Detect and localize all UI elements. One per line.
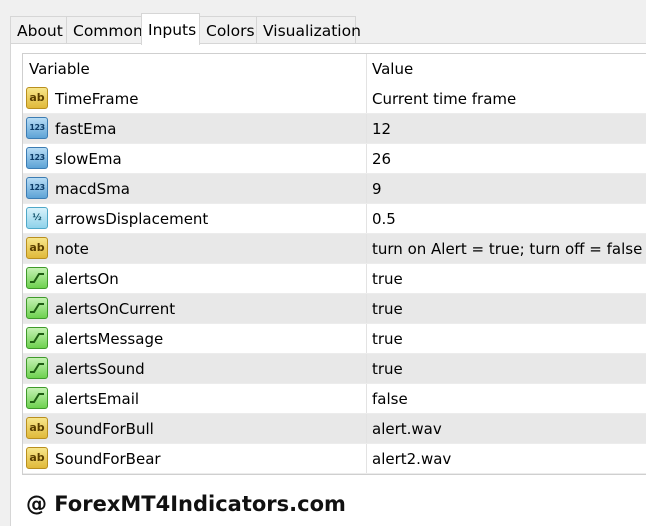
column-header-value[interactable]: Value bbox=[367, 54, 646, 84]
value-cell[interactable]: true bbox=[367, 354, 646, 384]
table-header: Variable Value bbox=[23, 54, 646, 84]
value-cell[interactable]: true bbox=[367, 324, 646, 354]
variable-name: alertsSound bbox=[55, 360, 145, 378]
row-divider bbox=[23, 473, 646, 474]
table-row[interactable]: 123 fastEma 12 bbox=[23, 114, 646, 144]
variable-cell: 123 fastEma bbox=[23, 114, 367, 144]
value-cell[interactable]: true bbox=[367, 264, 646, 294]
table-row[interactable]: 123 macdSma 9 bbox=[23, 174, 646, 204]
value-cell[interactable]: true bbox=[367, 294, 646, 324]
value-cell[interactable]: alert.wav bbox=[367, 414, 646, 444]
123-integer-icon: 123 bbox=[26, 147, 48, 169]
ab-string-icon: ab bbox=[26, 447, 48, 469]
variable-name: arrowsDisplacement bbox=[55, 210, 209, 228]
variable-cell: ab TimeFrame bbox=[23, 84, 367, 114]
inputs-table[interactable]: Variable Value ab TimeFrame Current time f… bbox=[22, 53, 646, 475]
tab-inputs[interactable]: Inputs bbox=[141, 13, 200, 45]
value-cell[interactable]: false bbox=[367, 384, 646, 414]
watermark: @ ForexMT4Indicators.com bbox=[26, 492, 346, 516]
value-cell[interactable]: 0.5 bbox=[367, 204, 646, 234]
variable-name: alertsEmail bbox=[55, 390, 140, 408]
table-row[interactable]: 123 slowEma 26 bbox=[23, 144, 646, 174]
variable-cell: alertsMessage bbox=[23, 324, 367, 354]
variable-cell: ab SoundForBear bbox=[23, 444, 367, 474]
variable-name: macdSma bbox=[55, 180, 130, 198]
tab-visualization[interactable]: Visualization bbox=[256, 16, 361, 43]
ab-string-icon: ab bbox=[26, 417, 48, 439]
variable-cell: ab note bbox=[23, 234, 367, 264]
variable-name: SoundForBull bbox=[55, 420, 154, 438]
column-header-variable[interactable]: Variable bbox=[23, 54, 367, 84]
value-cell[interactable]: Current time frame bbox=[367, 84, 646, 114]
variable-cell: alertsOn bbox=[23, 264, 367, 294]
table-row[interactable]: alertsEmail false bbox=[23, 384, 646, 414]
value-cell[interactable]: alert2.wav bbox=[367, 444, 646, 474]
table-row[interactable]: ab SoundForBear alert2.wav bbox=[23, 444, 646, 474]
tab-bar: About Common Inputs Colors Visualization bbox=[0, 0, 646, 46]
value-cell[interactable]: 9 bbox=[367, 174, 646, 204]
variable-name: slowEma bbox=[55, 150, 122, 168]
table-row[interactable]: alertsOnCurrent true bbox=[23, 294, 646, 324]
variable-name: note bbox=[55, 240, 89, 258]
variable-name: TimeFrame bbox=[55, 90, 139, 108]
bool-toggle-icon bbox=[26, 297, 48, 319]
bool-toggle-icon bbox=[26, 267, 48, 289]
variable-cell: ab SoundForBull bbox=[23, 414, 367, 444]
ab-string-icon: ab bbox=[26, 87, 48, 109]
variable-cell: 123 slowEma bbox=[23, 144, 367, 174]
half-double-icon: ½ bbox=[26, 207, 48, 229]
variable-cell: ½ arrowsDisplacement bbox=[23, 204, 367, 234]
variable-name: alertsMessage bbox=[55, 330, 164, 348]
variable-name: SoundForBear bbox=[55, 450, 161, 468]
variable-name: alertsOn bbox=[55, 270, 119, 288]
table-row[interactable]: alertsOn true bbox=[23, 264, 646, 294]
bool-toggle-icon bbox=[26, 357, 48, 379]
variable-cell: 123 macdSma bbox=[23, 174, 367, 204]
table-row[interactable]: ab TimeFrame Current time frame bbox=[23, 84, 646, 114]
bool-toggle-icon bbox=[26, 327, 48, 349]
variable-cell: alertsEmail bbox=[23, 384, 367, 414]
bool-toggle-icon bbox=[26, 387, 48, 409]
value-cell[interactable]: 26 bbox=[367, 144, 646, 174]
variable-name: fastEma bbox=[55, 120, 117, 138]
value-cell[interactable]: 12 bbox=[367, 114, 646, 144]
table-row[interactable]: ab note turn on Alert = true; turn off = f… bbox=[23, 234, 646, 264]
variable-cell: alertsOnCurrent bbox=[23, 294, 367, 324]
table-row[interactable]: alertsSound true bbox=[23, 354, 646, 384]
123-integer-icon: 123 bbox=[26, 117, 48, 139]
tab-colors[interactable]: Colors bbox=[199, 16, 257, 43]
table-row[interactable]: ab SoundForBull alert.wav bbox=[23, 414, 646, 444]
ab-string-icon: ab bbox=[26, 237, 48, 259]
123-integer-icon: 123 bbox=[26, 177, 48, 199]
variable-name: alertsOnCurrent bbox=[55, 300, 176, 318]
table-row[interactable]: ½ arrowsDisplacement 0.5 bbox=[23, 204, 646, 234]
value-cell[interactable]: turn on Alert = true; turn off = false bbox=[367, 234, 646, 264]
variable-cell: alertsSound bbox=[23, 354, 367, 384]
table-row[interactable]: alertsMessage true bbox=[23, 324, 646, 354]
tab-common[interactable]: Common bbox=[66, 16, 143, 43]
tab-about[interactable]: About bbox=[10, 16, 67, 43]
